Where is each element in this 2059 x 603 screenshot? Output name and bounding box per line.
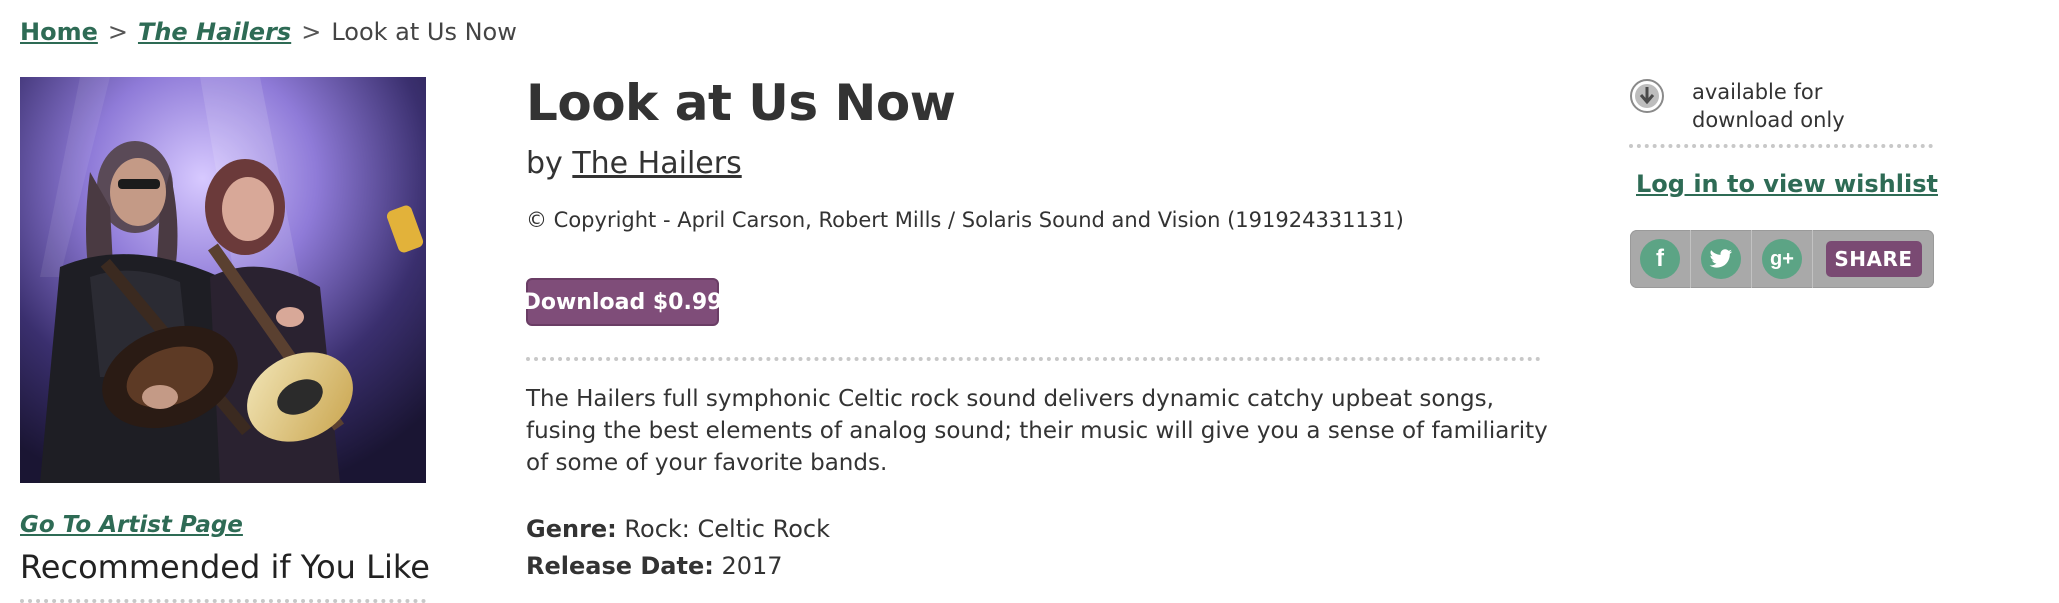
go-to-artist-page-link[interactable]: Go To Artist Page [20, 512, 243, 538]
breadcrumb-separator: > [107, 18, 128, 46]
breadcrumb-separator: > [301, 18, 322, 46]
download-icon [1629, 78, 1665, 114]
album-byline: by The Hailers [526, 146, 742, 181]
wishlist-login-link[interactable]: Log in to view wishlist [1636, 170, 1938, 198]
by-prefix: by [526, 146, 563, 181]
genre-value: Rock: Celtic Rock [624, 515, 830, 543]
release-date-row: Release Date: 2017 [526, 552, 783, 580]
share-facebook[interactable]: f [1630, 230, 1691, 288]
share-google-plus[interactable]: g+ [1752, 230, 1813, 288]
share-button-cell: SHARE [1813, 241, 1934, 277]
right-panel-divider [1629, 144, 1933, 148]
availability-text: available for download only [1692, 80, 1845, 132]
genre-label: Genre: [526, 515, 617, 543]
copyright-text: © Copyright - April Carson, Robert Mills… [526, 208, 1404, 232]
share-twitter[interactable] [1691, 230, 1752, 288]
google-plus-icon: g+ [1762, 239, 1802, 279]
recommended-heading: Recommended if You Like [20, 548, 430, 586]
download-button[interactable]: Download $0.99 [523, 278, 722, 326]
main-divider [526, 357, 1541, 361]
breadcrumb-current: Look at Us Now [331, 18, 517, 46]
release-date-label: Release Date: [526, 552, 714, 580]
facebook-icon: f [1640, 239, 1680, 279]
artist-link[interactable]: The Hailers [572, 146, 741, 181]
album-title: Look at Us Now [526, 74, 956, 132]
breadcrumb-home-link[interactable]: Home [20, 18, 98, 46]
share-button[interactable]: SHARE [1825, 241, 1922, 277]
breadcrumb-artist-link[interactable]: The Hailers [138, 18, 291, 46]
genre-row: Genre: Rock: Celtic Rock [526, 515, 830, 543]
album-cover-image[interactable] [20, 77, 426, 483]
twitter-icon [1701, 239, 1741, 279]
share-bar: f g+ SHARE [1630, 230, 1934, 288]
release-date-value: 2017 [721, 552, 783, 580]
sidebar-divider [20, 599, 426, 603]
album-description: The Hailers full symphonic Celtic rock s… [526, 386, 1548, 476]
breadcrumb: Home > The Hailers > Look at Us Now [20, 16, 517, 48]
